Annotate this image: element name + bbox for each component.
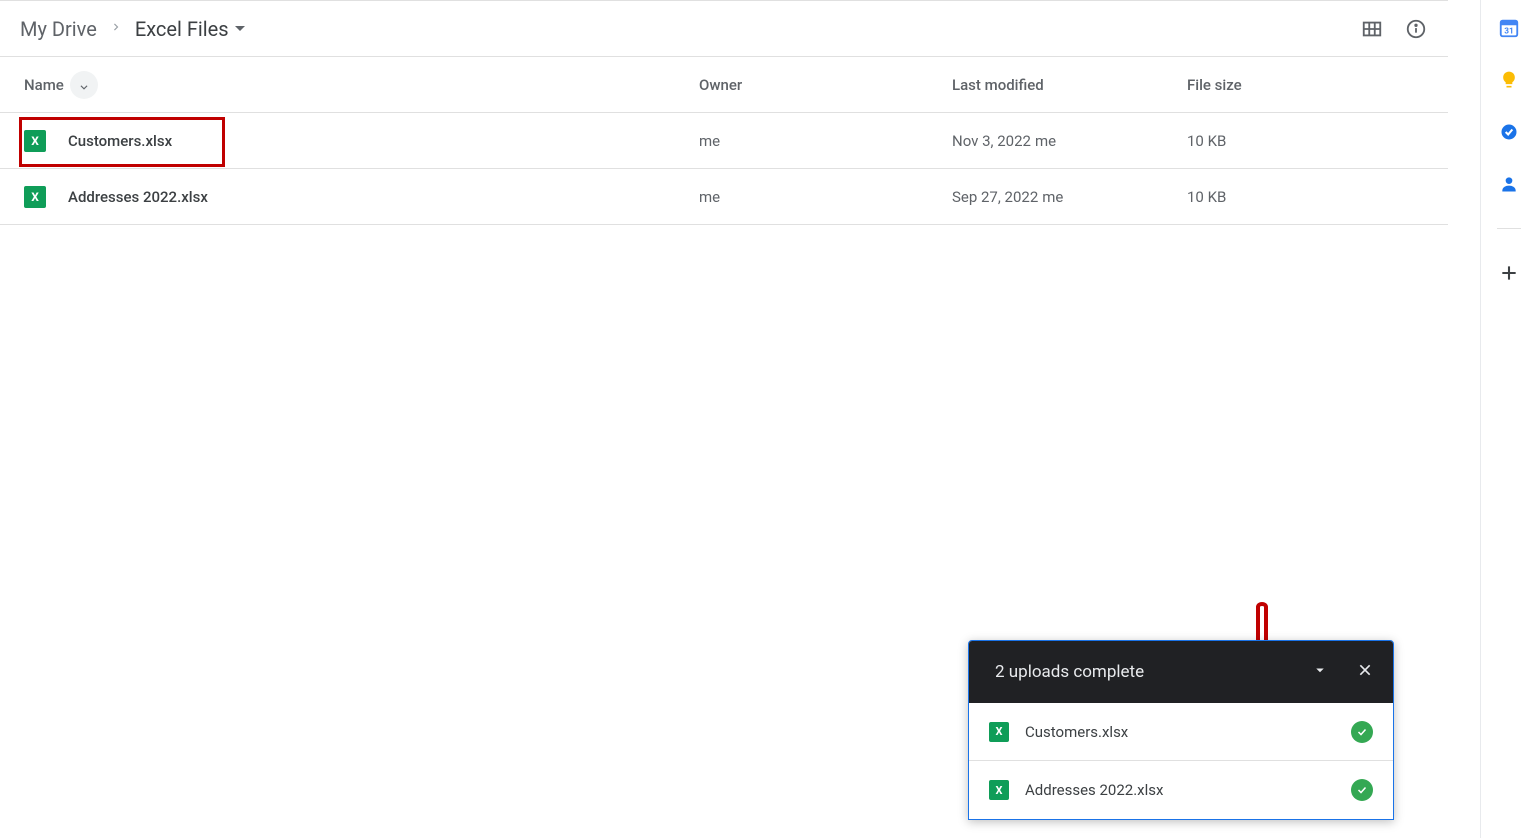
breadcrumb: My Drive Excel Files [0,1,1448,57]
excel-file-icon: X [24,186,46,208]
file-modified: Nov 3, 2022me [952,132,1187,150]
table-row[interactable]: X Addresses 2022.xlsx me Sep 27, 2022me … [0,169,1448,225]
tasks-icon[interactable] [1497,120,1521,144]
file-owner: me [699,132,952,150]
excel-file-icon: X [989,722,1009,742]
breadcrumb-current[interactable]: Excel Files [135,17,245,41]
file-name: Addresses 2022.xlsx [68,188,208,206]
upload-item-name: Addresses 2022.xlsx [1025,781,1163,799]
table-row[interactable]: X Customers.xlsx me Nov 3, 2022me 10 KB [0,113,1448,169]
upload-item[interactable]: X Customers.xlsx [969,703,1393,761]
caret-down-icon [235,26,245,31]
check-circle-icon [1351,721,1373,743]
upload-panel-header: 2 uploads complete [969,641,1393,703]
main-area: My Drive Excel Files [0,0,1448,838]
contacts-icon[interactable] [1497,172,1521,196]
column-header-modified[interactable]: Last modified [952,76,1187,94]
file-size: 10 KB [1187,188,1438,206]
grid-view-icon[interactable] [1360,17,1384,41]
column-header-size[interactable]: File size [1187,76,1438,94]
table-header: Name Owner Last modified File size [0,57,1448,113]
side-panel: 31 [1480,0,1536,838]
file-name: Customers.xlsx [68,132,172,150]
add-icon[interactable] [1497,261,1521,285]
collapse-icon[interactable] [1311,661,1329,684]
file-modified: Sep 27, 2022me [952,188,1187,206]
upload-panel: 2 uploads complete X Customers.xlsx X [968,640,1394,820]
upload-item-name: Customers.xlsx [1025,723,1128,741]
chevron-right-icon [109,18,123,39]
upload-item[interactable]: X Addresses 2022.xlsx [969,761,1393,819]
svg-text:31: 31 [1504,27,1513,37]
info-icon[interactable] [1404,17,1428,41]
check-circle-icon [1351,779,1373,801]
upload-panel-title: 2 uploads complete [995,662,1144,682]
breadcrumb-root[interactable]: My Drive [20,17,97,41]
file-size: 10 KB [1187,132,1438,150]
breadcrumb-current-label: Excel Files [135,17,229,41]
calendar-icon[interactable]: 31 [1497,16,1521,40]
side-panel-divider [1497,228,1521,229]
sort-arrow-down-icon[interactable] [70,71,98,99]
excel-file-icon: X [989,780,1009,800]
column-header-name[interactable]: Name [24,71,699,99]
file-owner: me [699,188,952,206]
excel-file-icon: X [24,130,46,152]
column-header-owner[interactable]: Owner [699,76,952,94]
close-icon[interactable] [1357,662,1373,683]
keep-icon[interactable] [1497,68,1521,92]
